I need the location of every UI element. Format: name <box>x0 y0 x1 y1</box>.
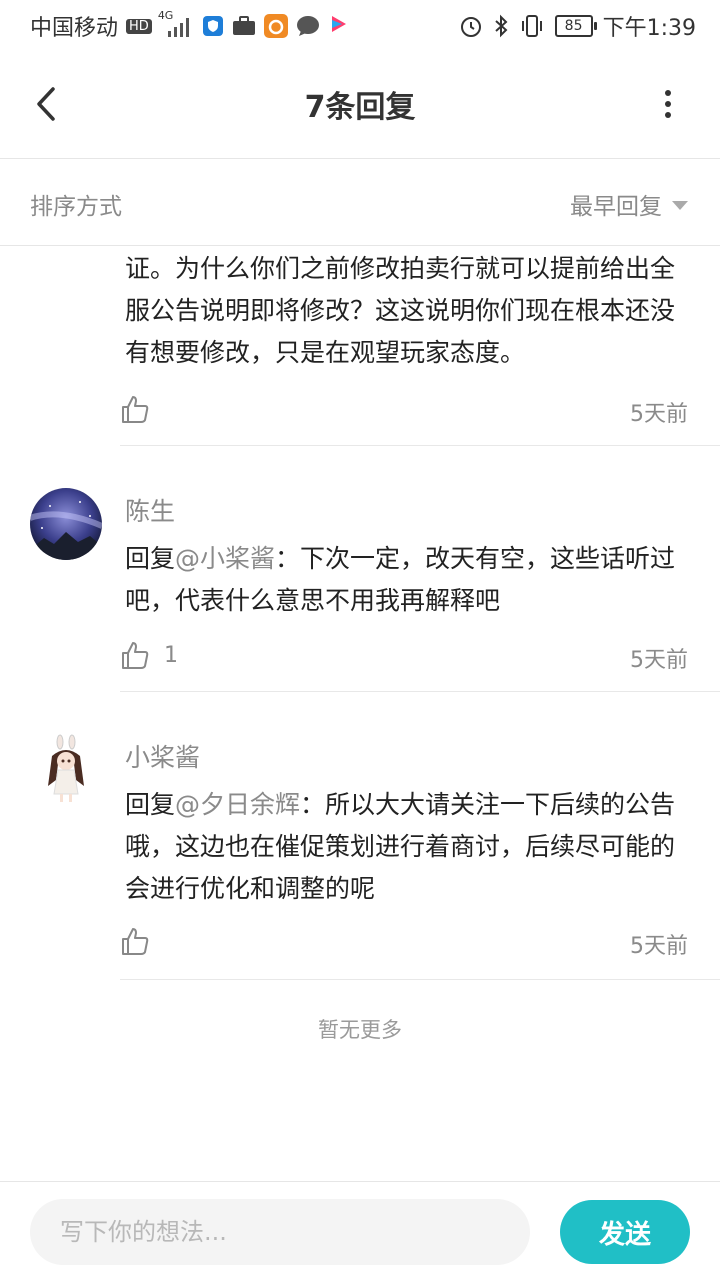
divider <box>120 979 720 980</box>
thumbs-up-icon <box>122 396 149 423</box>
more-vertical-icon <box>665 90 671 118</box>
chat-bubble-icon <box>296 15 320 37</box>
avatar[interactable] <box>30 734 102 806</box>
page-title: 7条回复 <box>304 90 416 125</box>
carrier-label: 中国移动 <box>30 16 119 41</box>
vibrate-icon <box>519 14 545 38</box>
comment-input[interactable] <box>30 1199 530 1265</box>
reply-text: 证。为什么你们之前修改拍卖行就可以提前给出全服公告说明即将修改？这这说明你们现在… <box>125 254 676 367</box>
youku-icon <box>328 14 350 38</box>
avatar[interactable] <box>30 488 102 560</box>
caret-down-icon <box>672 200 688 210</box>
reply-item: 陈生 回复@小桨酱：下次一定，改天有空，这些话听过吧，代表什么意思不用我再解释吧… <box>0 446 720 692</box>
comment-input-bar: 发送 <box>0 1181 720 1281</box>
sort-dropdown[interactable]: 最早回复 <box>570 187 688 221</box>
sort-bar: 排序方式 最早回复 <box>0 159 720 246</box>
reply-list[interactable]: 证。为什么你们之前修改拍卖行就可以提前给出全服公告说明即将修改？这这说明你们现在… <box>0 246 720 1180</box>
shield-icon <box>202 15 224 37</box>
hd-icon: HD <box>126 18 152 34</box>
reply-prefix: 回复 <box>125 544 176 573</box>
reply-text: 回复@夕日余辉：所以大大请关注一下后续的公告哦，这边也在催促策划进行着商讨，后续… <box>125 784 690 910</box>
like-button[interactable] <box>120 926 164 956</box>
battery-icon: 85 <box>554 15 597 37</box>
uc-browser-icon <box>263 14 288 38</box>
reply-text: 回复@小桨酱：下次一定，改天有空，这些话听过吧，代表什么意思不用我再解释吧 <box>125 538 690 622</box>
reply-time: 5天前 <box>630 934 688 959</box>
status-bar: 中国移动 HD 4G 85 下午1:39 <box>0 0 720 50</box>
like-button[interactable]: 1 <box>120 640 178 670</box>
like-count: 1 <box>164 642 178 668</box>
reply-author[interactable]: 陈生 <box>125 492 175 528</box>
reply-prefix: 回复 <box>125 790 176 819</box>
signal-icon: 4G <box>158 9 194 37</box>
more-options-button[interactable] <box>656 82 680 126</box>
sort-label: 排序方式 <box>30 194 122 220</box>
header: 7条回复 <box>0 50 720 159</box>
reply-time: 5天前 <box>630 648 688 673</box>
mention-link[interactable]: @小桨酱 <box>175 544 275 573</box>
reply-author[interactable]: 小桨酱 <box>125 738 200 774</box>
sort-selected-value: 最早回复 <box>570 194 662 220</box>
reply-item: 证。为什么你们之前修改拍卖行就可以提前给出全服公告说明即将修改？这这说明你们现在… <box>0 246 720 446</box>
thumbs-up-icon <box>122 642 149 669</box>
reply-time: 5天前 <box>630 402 688 427</box>
send-button[interactable]: 发送 <box>560 1200 690 1264</box>
alarm-icon <box>459 14 483 38</box>
mention-link[interactable]: @夕日余辉 <box>175 790 300 819</box>
thumbs-up-icon <box>122 928 149 955</box>
briefcase-icon <box>232 16 256 36</box>
clock-label: 下午1:39 <box>602 16 696 41</box>
like-button[interactable] <box>120 394 164 424</box>
reply-item: 小桨酱 回复@夕日余辉：所以大大请关注一下后续的公告哦，这边也在催促策划进行着商… <box>0 692 720 980</box>
no-more-label: 暂无更多 <box>318 1018 402 1042</box>
bluetooth-icon <box>493 14 509 38</box>
